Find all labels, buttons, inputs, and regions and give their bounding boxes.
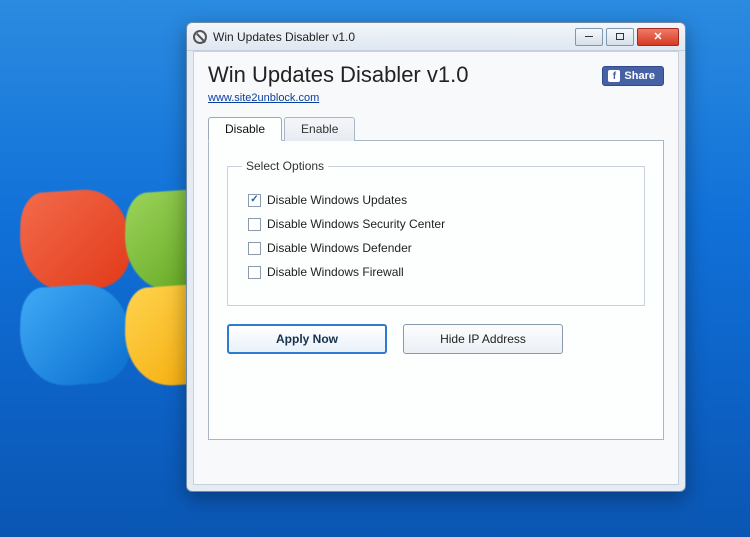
- header: Win Updates Disabler v1.0 www.site2unblo…: [194, 52, 678, 110]
- window-title: Win Updates Disabler v1.0: [213, 30, 355, 44]
- tab-enable[interactable]: Enable: [284, 117, 355, 141]
- app-prohibit-icon: [193, 30, 207, 44]
- app-window: Win Updates Disabler v1.0 ✕ Win Updates …: [186, 22, 686, 492]
- tab-enable-label: Enable: [301, 122, 338, 136]
- option-row: Disable Windows Updates: [248, 193, 630, 207]
- client-area: Win Updates Disabler v1.0 www.site2unblo…: [193, 51, 679, 485]
- minimize-button[interactable]: [575, 28, 603, 46]
- tabstrip: Disable Enable: [208, 116, 664, 140]
- options-group: Select Options Disable Windows Updates D…: [227, 159, 645, 306]
- website-link[interactable]: www.site2unblock.com: [208, 92, 319, 104]
- close-icon: ✕: [653, 30, 662, 43]
- options-legend: Select Options: [242, 159, 328, 173]
- window-controls: ✕: [575, 28, 679, 46]
- desktop-background: Win Updates Disabler v1.0 ✕ Win Updates …: [0, 0, 750, 537]
- minimize-icon: [585, 36, 593, 38]
- option-row: Disable Windows Security Center: [248, 217, 630, 231]
- option-row: Disable Windows Defender: [248, 241, 630, 255]
- maximize-icon: [616, 33, 624, 40]
- facebook-icon: f: [608, 70, 620, 82]
- titlebar[interactable]: Win Updates Disabler v1.0 ✕: [187, 23, 685, 51]
- tab-panel: Select Options Disable Windows Updates D…: [208, 140, 664, 440]
- checkbox-disable-defender[interactable]: [248, 242, 261, 255]
- hide-ip-button[interactable]: Hide IP Address: [403, 324, 563, 354]
- tabs-area: Disable Enable Select Options Disable Wi…: [194, 110, 678, 440]
- button-row: Apply Now Hide IP Address: [227, 306, 645, 354]
- tab-disable[interactable]: Disable: [208, 117, 282, 141]
- option-label: Disable Windows Firewall: [267, 265, 404, 279]
- option-label: Disable Windows Security Center: [267, 217, 445, 231]
- option-label: Disable Windows Updates: [267, 193, 407, 207]
- tab-disable-label: Disable: [225, 122, 265, 136]
- share-button[interactable]: f Share: [602, 66, 664, 86]
- option-label: Disable Windows Defender: [267, 241, 412, 255]
- app-title: Win Updates Disabler v1.0: [208, 62, 602, 88]
- share-label: Share: [624, 70, 655, 82]
- checkbox-disable-firewall[interactable]: [248, 266, 261, 279]
- checkbox-disable-updates[interactable]: [248, 194, 261, 207]
- close-button[interactable]: ✕: [637, 28, 679, 46]
- option-row: Disable Windows Firewall: [248, 265, 630, 279]
- checkbox-disable-security-center[interactable]: [248, 218, 261, 231]
- apply-now-button[interactable]: Apply Now: [227, 324, 387, 354]
- maximize-button[interactable]: [606, 28, 634, 46]
